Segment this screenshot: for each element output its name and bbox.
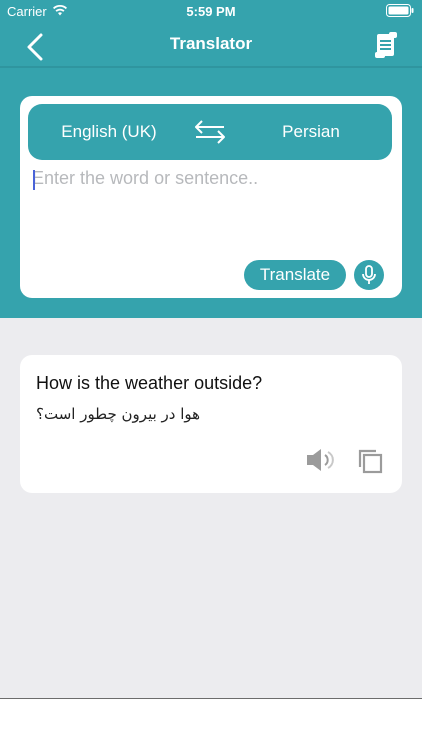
swap-arrows-icon — [195, 120, 225, 144]
copy-button[interactable] — [356, 447, 384, 475]
status-bar: Carrier 5:59 PM — [0, 0, 422, 24]
input-card: English (UK) Persian Translate — [20, 96, 402, 298]
translate-button[interactable]: Translate — [244, 260, 346, 290]
target-language-button[interactable]: Persian — [230, 122, 392, 142]
status-time: 5:59 PM — [186, 4, 236, 19]
microphone-icon — [362, 265, 376, 284]
result-card: How is the weather outside? هوا در بیرون… — [20, 355, 402, 493]
microphone-button[interactable] — [354, 260, 384, 290]
battery-icon — [386, 4, 414, 20]
text-cursor — [33, 170, 35, 190]
page-title: Translator — [169, 34, 253, 53]
source-language-button[interactable]: English (UK) — [28, 122, 190, 142]
speaker-icon — [307, 449, 334, 471]
result-translated-text: هوا در بیرون چطور است؟ — [36, 405, 201, 423]
result-source-text: How is the weather outside? — [36, 373, 263, 393]
navigation-bar: Translator — [0, 24, 422, 66]
translation-input[interactable] — [32, 168, 388, 258]
speak-button[interactable] — [304, 445, 336, 475]
language-selector: English (UK) Persian — [28, 104, 392, 160]
copy-icon — [358, 449, 383, 474]
history-button[interactable] — [374, 30, 400, 60]
bottom-bar — [0, 698, 422, 751]
history-scroll-icon — [375, 32, 397, 58]
swap-languages-button[interactable] — [192, 118, 228, 146]
nav-divider — [0, 66, 422, 68]
